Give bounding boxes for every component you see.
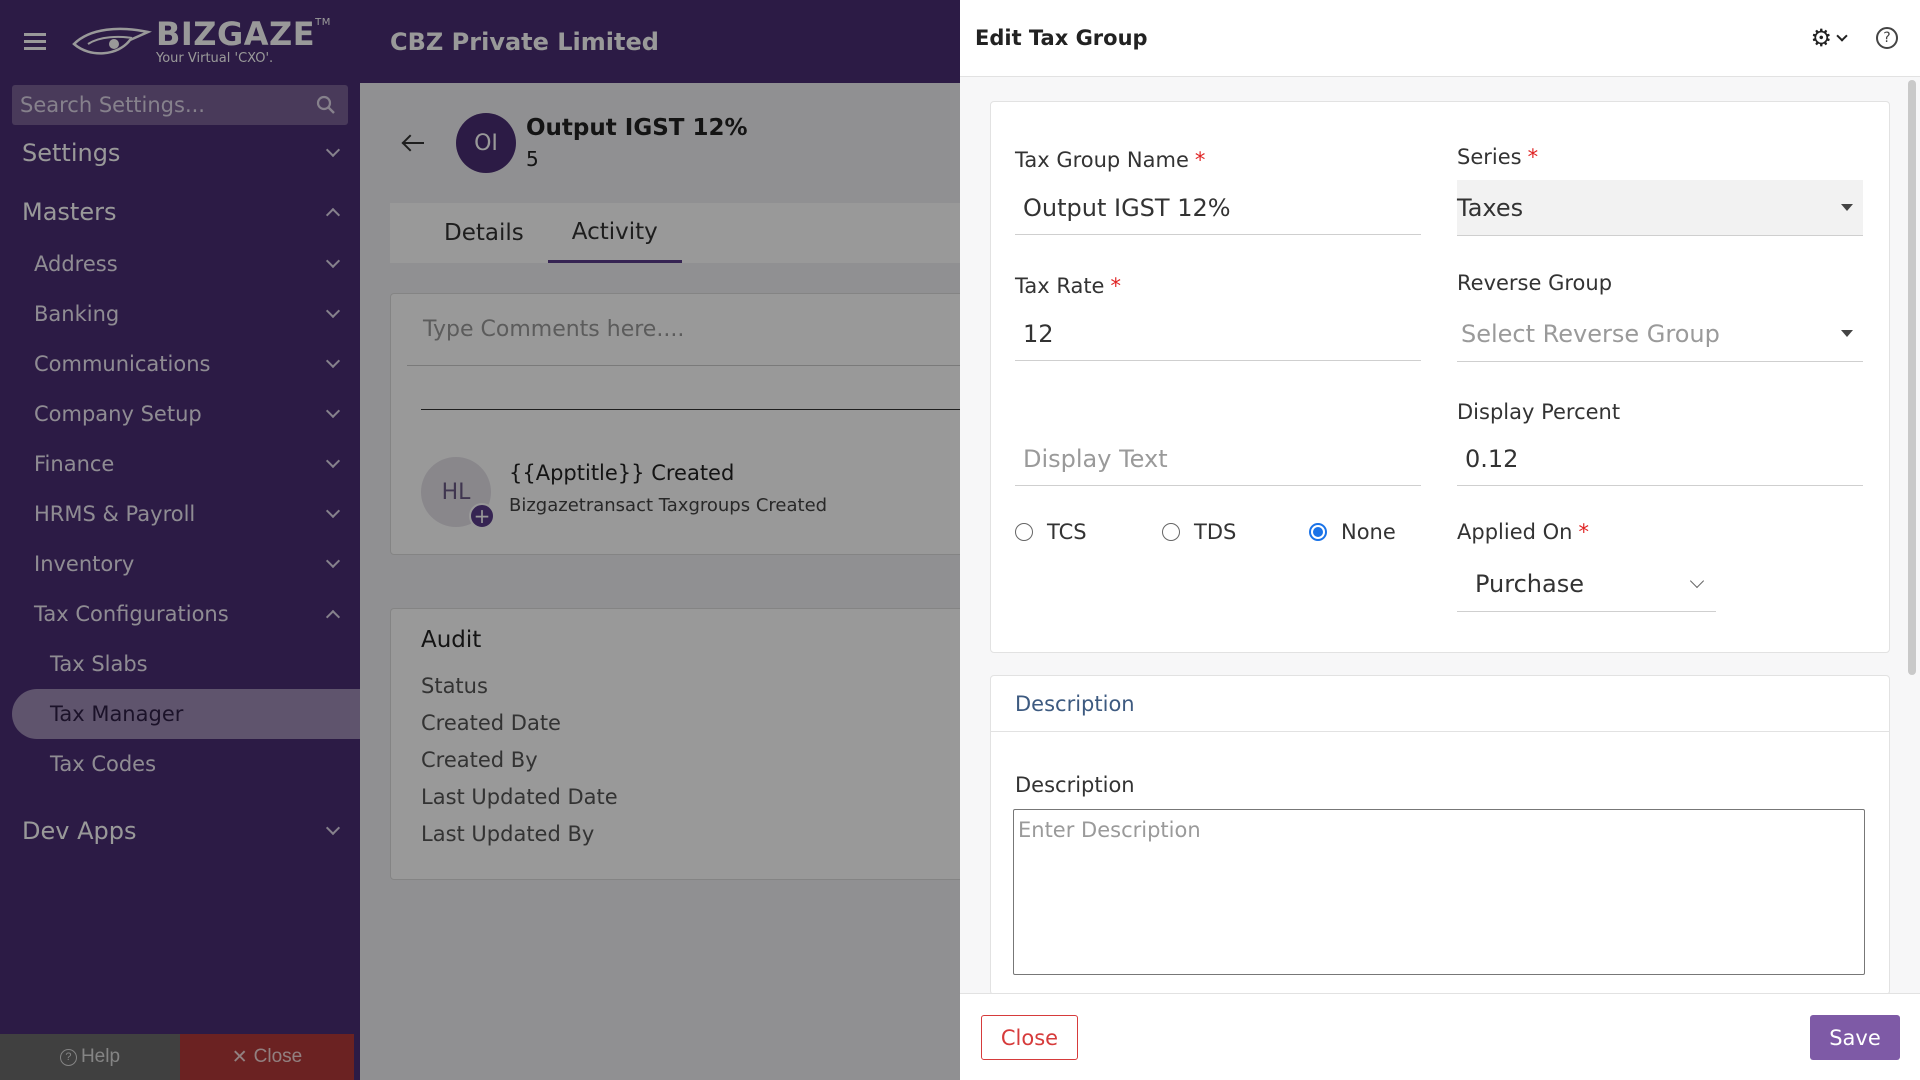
save-button[interactable]: Save — [1810, 1015, 1900, 1060]
caret-down-icon — [1841, 204, 1853, 211]
series-select[interactable]: Taxes — [1457, 180, 1863, 236]
drawer-title: Edit Tax Group — [975, 26, 1148, 50]
tax-rate-label: Tax Rate * — [1015, 274, 1121, 298]
tax-group-name-input[interactable] — [1015, 181, 1421, 235]
description-textarea[interactable] — [1013, 809, 1865, 975]
reverse-group-label: Reverse Group — [1457, 271, 1613, 295]
radio-button[interactable] — [1015, 523, 1033, 541]
description-section-header[interactable]: Description — [991, 676, 1889, 732]
gear-icon: ⚙ — [1810, 24, 1832, 52]
drawer-header: Edit Tax Group ⚙ ? — [960, 0, 1920, 77]
radio-tcs[interactable]: TCS — [1015, 520, 1087, 544]
drawer-footer: Close Save — [960, 993, 1920, 1080]
display-percent-label: Display Percent — [1457, 400, 1621, 424]
tax-group-form: Tax Group Name* Series* Taxes Tax Rate* … — [990, 101, 1890, 653]
display-percent-input[interactable] — [1457, 432, 1863, 486]
display-text-input[interactable] — [1015, 432, 1421, 486]
drawer-scrollbar[interactable] — [1908, 80, 1916, 675]
tax-rate-input[interactable] — [1015, 307, 1421, 361]
close-button[interactable]: Close — [981, 1015, 1078, 1060]
description-card: Description Description — [990, 675, 1890, 995]
tax-group-name-label: Tax Group Name * — [1015, 148, 1206, 172]
radio-none[interactable]: None — [1309, 520, 1396, 544]
applied-on-label: Applied On * — [1457, 520, 1589, 544]
reverse-group-select[interactable]: Select Reverse Group — [1457, 306, 1863, 362]
settings-dropdown[interactable]: ⚙ — [1810, 24, 1848, 52]
caret-down-icon — [1841, 330, 1853, 337]
chevron-down-icon — [1836, 30, 1848, 42]
radio-tds[interactable]: TDS — [1162, 520, 1236, 544]
applied-on-select[interactable]: Purchase — [1457, 556, 1716, 612]
chevron-down-icon — [1689, 573, 1705, 588]
description-label: Description — [1015, 773, 1135, 797]
series-label: Series * — [1457, 145, 1539, 169]
radio-button[interactable] — [1162, 523, 1180, 541]
help-icon[interactable]: ? — [1876, 27, 1898, 49]
radio-button-selected[interactable] — [1309, 523, 1327, 541]
edit-tax-group-drawer: Edit Tax Group ⚙ ? Tax Group Name* Serie… — [960, 0, 1920, 1080]
